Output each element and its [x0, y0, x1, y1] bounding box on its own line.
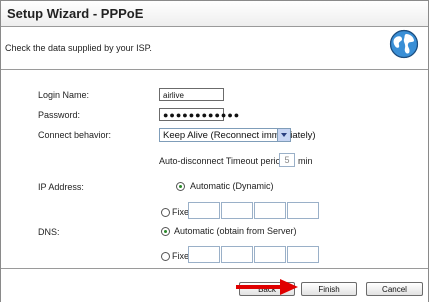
instruction-bar: Check the data supplied by your ISP.	[1, 27, 428, 70]
auto-disconnect-unit: min	[298, 156, 313, 166]
button-bar: Back Finish Cancel	[1, 268, 428, 302]
dns-automatic-radio[interactable]	[161, 227, 170, 236]
title-bar: Setup Wizard - PPPoE	[1, 1, 428, 27]
dns-label: DNS:	[38, 227, 60, 237]
auto-disconnect-input[interactable]: 5	[279, 153, 295, 167]
password-label: Password:	[38, 110, 81, 120]
dns-fixed-radio[interactable]	[161, 252, 170, 261]
connect-behavior-value: Keep Alive (Reconnect immediately)	[163, 130, 316, 141]
ip-address-label: IP Address:	[38, 182, 84, 192]
globe-icon	[389, 29, 419, 59]
dns-octet-1-input[interactable]	[188, 246, 220, 263]
finish-button[interactable]: Finish	[301, 282, 357, 296]
red-arrow-icon	[236, 279, 298, 295]
dns-octet-4-input[interactable]	[287, 246, 319, 263]
dns-octet-3-input[interactable]	[254, 246, 286, 263]
chevron-down-icon[interactable]	[277, 129, 290, 141]
password-input[interactable]: ●●●●●●●●●●●●	[159, 108, 239, 121]
ip-automatic-radio[interactable]	[176, 182, 185, 191]
page-title: Setup Wizard - PPPoE	[7, 6, 144, 21]
ip-octet-1-input[interactable]	[188, 202, 220, 219]
ip-octet-4-input[interactable]	[287, 202, 319, 219]
dns-octet-2-input[interactable]	[221, 246, 253, 263]
wizard-window: Setup Wizard - PPPoE Check the data supp…	[0, 0, 429, 302]
login-name-label: Login Name:	[38, 90, 90, 100]
dns-automatic-label: Automatic (obtain from Server)	[174, 226, 297, 236]
connect-behavior-label: Connect behavior:	[38, 130, 112, 140]
cancel-button[interactable]: Cancel	[366, 282, 423, 296]
ip-automatic-label: Automatic (Dynamic)	[190, 181, 274, 191]
ip-fixed-radio[interactable]	[161, 208, 170, 217]
ip-octet-2-input[interactable]	[221, 202, 253, 219]
auto-disconnect-label: Auto-disconnect Timeout period:	[159, 156, 289, 166]
login-name-input[interactable]: airlive	[159, 88, 224, 101]
connect-behavior-select[interactable]: Keep Alive (Reconnect immediately)	[159, 128, 316, 142]
instruction-text: Check the data supplied by your ISP.	[5, 43, 152, 53]
ip-octet-3-input[interactable]	[254, 202, 286, 219]
form-area: Login Name: airlive Password: ●●●●●●●●●●…	[1, 70, 428, 267]
